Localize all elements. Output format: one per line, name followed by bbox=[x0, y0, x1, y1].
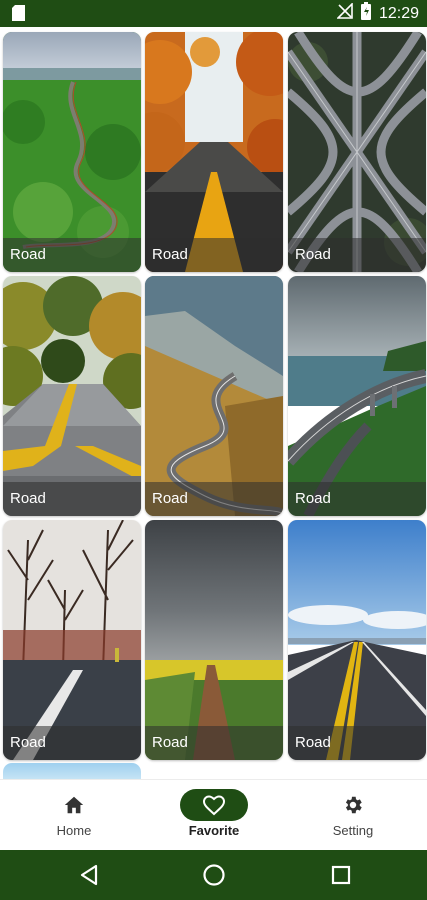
battery-icon bbox=[360, 2, 371, 25]
home-circle-icon[interactable] bbox=[201, 862, 227, 888]
recents-icon[interactable] bbox=[328, 862, 354, 888]
wallpaper-tile[interactable]: Road bbox=[145, 520, 283, 760]
bottom-navigation: Home Favorite Setting bbox=[0, 779, 427, 851]
sd-card-icon bbox=[12, 5, 25, 26]
nav-favorite[interactable]: Favorite bbox=[143, 780, 285, 851]
wallpaper-tile-partial[interactable] bbox=[3, 763, 141, 779]
wallpaper-image bbox=[288, 32, 426, 272]
wallpaper-tile[interactable]: Road bbox=[288, 276, 426, 516]
tile-label: Road bbox=[145, 726, 283, 760]
tile-label: Road bbox=[3, 238, 141, 272]
wallpaper-tile[interactable]: Road bbox=[3, 520, 141, 760]
tile-label: Road bbox=[3, 482, 141, 516]
tile-label: Road bbox=[3, 726, 141, 760]
nav-home[interactable]: Home bbox=[3, 780, 145, 851]
wallpaper-image bbox=[145, 32, 283, 272]
wallpaper-tile[interactable]: Road bbox=[3, 32, 141, 272]
wallpaper-tile[interactable]: Road bbox=[145, 32, 283, 272]
wallpaper-tile[interactable]: Road bbox=[145, 276, 283, 516]
tile-label: Road bbox=[288, 238, 426, 272]
wallpaper-tile[interactable]: Road bbox=[3, 276, 141, 516]
wallpaper-tile[interactable]: Road bbox=[288, 520, 426, 760]
back-icon[interactable] bbox=[76, 862, 102, 888]
nav-home-label: Home bbox=[56, 823, 92, 838]
tile-label: Road bbox=[145, 482, 283, 516]
wallpaper-image bbox=[3, 276, 141, 516]
nav-setting[interactable]: Setting bbox=[282, 780, 424, 851]
wallpaper-image bbox=[288, 520, 426, 760]
wallpaper-image bbox=[288, 276, 426, 516]
no-signal-icon bbox=[336, 2, 353, 24]
wallpaper-image bbox=[3, 32, 141, 272]
tile-label: Road bbox=[288, 726, 426, 760]
status-bar: 12:29 bbox=[0, 0, 427, 27]
wallpaper-image bbox=[145, 520, 283, 760]
wallpaper-image bbox=[145, 276, 283, 516]
home-icon bbox=[40, 789, 108, 821]
tile-label: Road bbox=[145, 238, 283, 272]
clock: 12:29 bbox=[378, 4, 419, 22]
nav-setting-label: Setting bbox=[332, 823, 374, 838]
system-navigation-bar bbox=[0, 850, 427, 900]
heart-icon bbox=[180, 789, 248, 821]
wallpaper-grid[interactable]: Road Road Road Road Road Road Road Road … bbox=[0, 27, 427, 779]
wallpaper-image bbox=[3, 520, 141, 760]
tile-label: Road bbox=[288, 482, 426, 516]
gear-icon bbox=[319, 789, 387, 821]
nav-favorite-label: Favorite bbox=[188, 823, 240, 838]
wallpaper-tile[interactable]: Road bbox=[288, 32, 426, 272]
